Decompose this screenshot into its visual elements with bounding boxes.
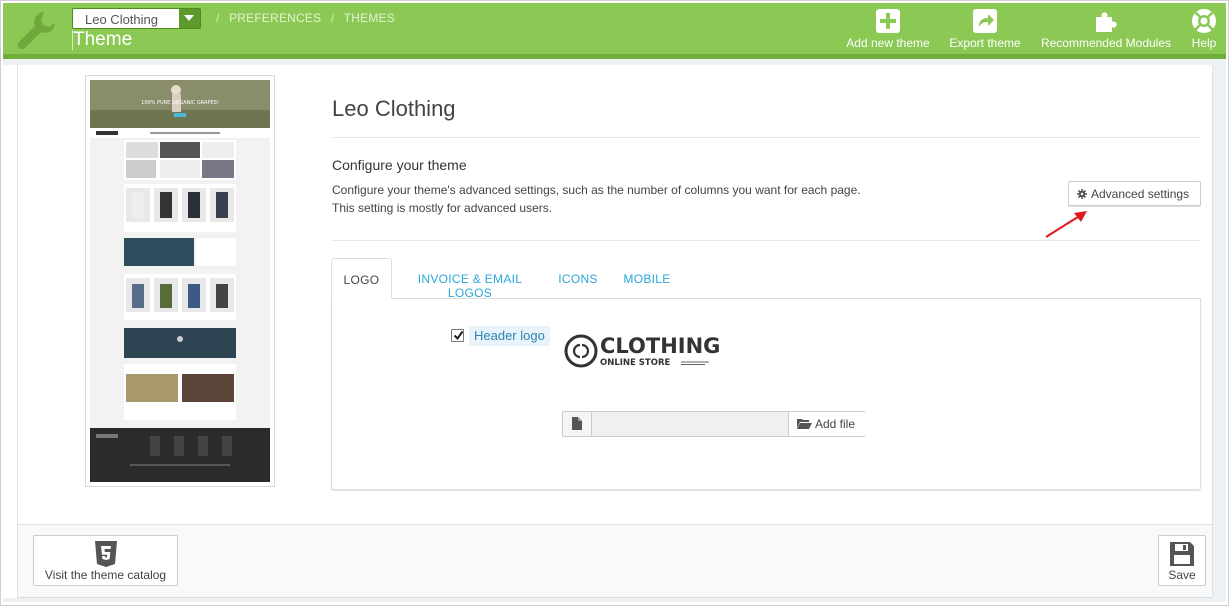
right-gutter (1213, 65, 1226, 602)
file-icon (563, 412, 592, 436)
configure-title: Configure your theme (332, 157, 467, 173)
store-select[interactable]: Leo Clothing (72, 8, 201, 29)
add-file-button[interactable]: Add file (788, 412, 866, 436)
theme-name: Leo Clothing (332, 96, 456, 121)
recommended-modules-button[interactable]: Recommended Modules (1037, 8, 1175, 50)
theme-preview-drawing: 100% PURE ORGANIC GRAPES! (90, 80, 270, 482)
gear-icon (1077, 189, 1087, 199)
panel-footer (17, 524, 1213, 598)
page-title: Theme (72, 29, 132, 51)
red-arrow-annotation (1045, 211, 1087, 238)
store-logo-image: CLOTHING ONLINE STORE (564, 334, 720, 368)
export-theme-label: Export theme (949, 36, 1021, 50)
puzzle-icon (1096, 12, 1117, 32)
plus-square-icon (876, 9, 900, 33)
checkmark-icon (453, 330, 464, 341)
tab-logo[interactable]: LOGO (331, 258, 392, 299)
page-title-text: Theme (73, 29, 133, 50)
tab-content (331, 298, 1201, 490)
share-icon (973, 9, 997, 33)
save-button[interactable]: Save (1158, 535, 1206, 586)
help-label: Help (1191, 36, 1217, 50)
chevron-down-icon[interactable] (179, 9, 200, 28)
export-theme-button[interactable]: Export theme (945, 8, 1025, 50)
add-new-theme-button[interactable]: Add new theme (843, 8, 933, 50)
tab-icons[interactable]: ICONS (552, 258, 604, 299)
tab-invoice-email-logos[interactable]: INVOICE & EMAIL LOGOS (402, 258, 538, 300)
logo-file-upload: Add file (562, 411, 866, 437)
configure-description: Configure your theme's advanced settings… (332, 181, 861, 217)
html5-icon (94, 541, 117, 567)
advanced-settings-button[interactable]: Advanced settings (1068, 181, 1201, 206)
recommended-modules-label: Recommended Modules (1040, 36, 1172, 50)
help-button[interactable]: Help (1187, 8, 1221, 50)
add-file-label: Add file (815, 417, 856, 431)
floppy-disk-icon (1170, 542, 1194, 566)
lifebuoy-icon (1192, 9, 1216, 33)
logo-sub-text: ONLINE STORE (600, 358, 670, 368)
header-logo-label[interactable]: Header logo (469, 326, 550, 346)
breadcrumb: / PREFERENCES / THEMES (210, 11, 395, 25)
wrench-icon (17, 12, 55, 50)
divider (332, 240, 1200, 241)
breadcrumb-preferences[interactable]: PREFERENCES (229, 11, 321, 25)
file-name-field[interactable] (593, 412, 787, 436)
add-new-theme-label: Add new theme (846, 36, 930, 50)
theme-preview: 100% PURE ORGANIC GRAPES! (85, 75, 275, 487)
visit-theme-catalog-label: Visit the theme catalog (44, 568, 167, 582)
breadcrumb-themes[interactable]: THEMES (344, 11, 395, 25)
folder-open-icon (797, 419, 812, 429)
breadcrumb-separator: / (216, 11, 220, 25)
preview-banner-text: 100% PURE ORGANIC GRAPES! (141, 100, 219, 106)
tab-mobile[interactable]: MOBILE (618, 258, 676, 299)
breadcrumb-separator: / (330, 11, 335, 25)
configure-desc-line-1: Configure your theme's advanced settings… (332, 183, 861, 197)
divider (332, 137, 1200, 138)
visit-theme-catalog-button[interactable]: Visit the theme catalog (33, 535, 178, 586)
theme-preview-image: 100% PURE ORGANIC GRAPES! (90, 80, 270, 482)
header-logo-checkbox[interactable] (451, 329, 464, 342)
bottom-gap (3, 598, 1226, 602)
logo-brand-text: CLOTHING (600, 334, 720, 358)
advanced-settings-label: Advanced settings (1091, 187, 1190, 201)
store-select-value: Leo Clothing (85, 12, 158, 27)
save-label: Save (1168, 568, 1196, 582)
configure-desc-line-2: This setting is mostly for advanced user… (332, 201, 553, 215)
